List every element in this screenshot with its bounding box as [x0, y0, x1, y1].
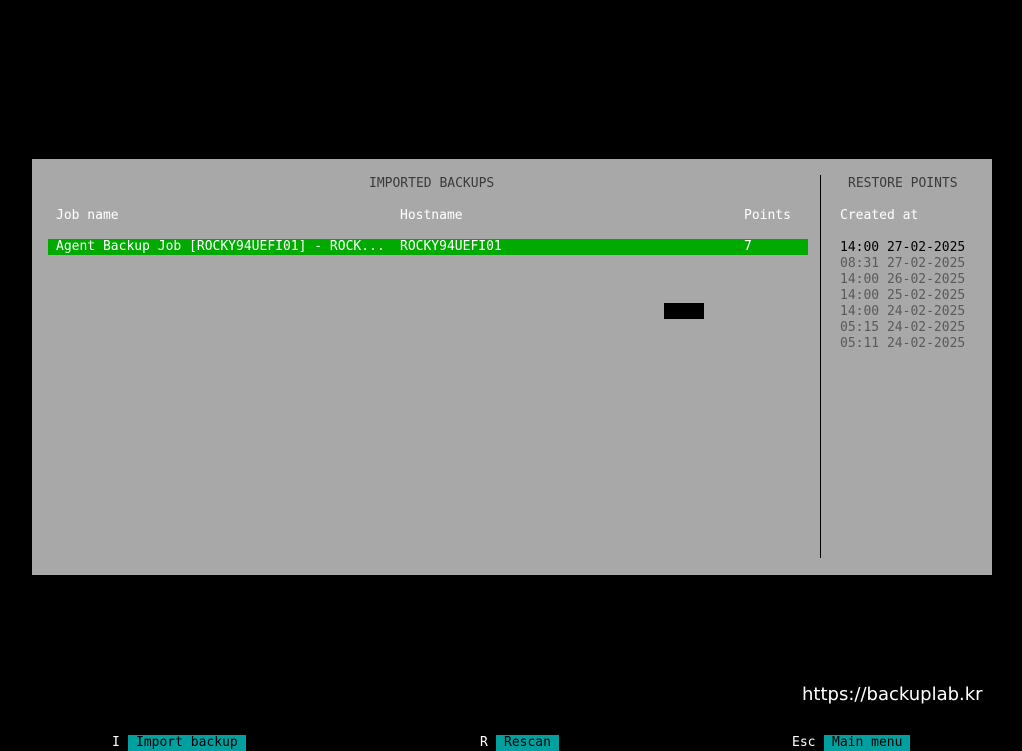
- column-header-created-at: Created at: [840, 208, 919, 223]
- imported-backups-title: IMPORTED BACKUPS: [369, 176, 495, 191]
- restore-point-item[interactable]: 05:11 24-02-2025: [840, 336, 965, 352]
- backup-hostname: ROCKY94UEFI01: [400, 239, 502, 254]
- main-menu-button[interactable]: Main menu: [824, 735, 911, 751]
- column-header-job-name: Job name: [56, 208, 119, 223]
- panel-divider: [820, 175, 821, 558]
- backup-points-count: 7: [744, 239, 752, 254]
- main-menu-hotkey: Esc: [792, 735, 816, 750]
- column-header-hostname: Hostname: [400, 208, 463, 223]
- rescan-hotkey: R: [480, 735, 488, 750]
- restore-point-item[interactable]: 14:00 25-02-2025: [840, 288, 965, 304]
- watermark-url: https://backuplab.kr: [802, 684, 983, 705]
- column-header-points: Points: [744, 208, 791, 223]
- backups-panel: IMPORTED BACKUPS RESTORE POINTS Job name…: [32, 159, 992, 575]
- restore-points-list: 14:00 27-02-2025 08:31 27-02-2025 14:00 …: [840, 240, 965, 352]
- restore-point-item[interactable]: 05:15 24-02-2025: [840, 320, 965, 336]
- restore-point-item[interactable]: 14:00 26-02-2025: [840, 272, 965, 288]
- rescan-button[interactable]: Rescan: [496, 735, 559, 751]
- backup-job-name: Agent Backup Job [ROCKY94UEFI01] - ROCK.…: [56, 239, 385, 254]
- import-backup-hotkey: I: [112, 735, 120, 750]
- terminal-screen: IMPORTED BACKUPS RESTORE POINTS Job name…: [0, 0, 1022, 751]
- restore-point-item[interactable]: 14:00 24-02-2025: [840, 304, 965, 320]
- restore-points-title: RESTORE POINTS: [848, 176, 958, 191]
- import-backup-button[interactable]: Import backup: [128, 735, 246, 751]
- backup-row-selected[interactable]: Agent Backup Job [ROCKY94UEFI01] - ROCK.…: [48, 239, 808, 255]
- restore-point-item[interactable]: 14:00 27-02-2025: [840, 240, 965, 256]
- restore-point-item[interactable]: 08:31 27-02-2025: [840, 256, 965, 272]
- text-cursor: [664, 303, 704, 319]
